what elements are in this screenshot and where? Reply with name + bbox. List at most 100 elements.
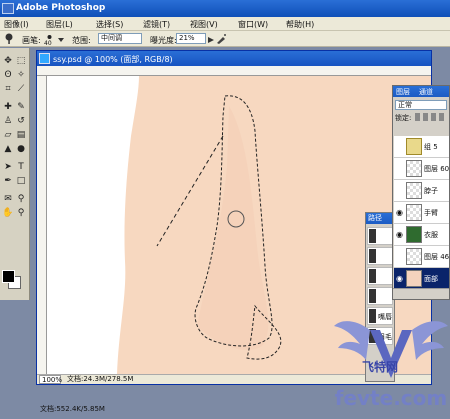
dodge-tool-icon[interactable] [4, 33, 15, 44]
pen-tool-icon[interactable]: ✒ [2, 176, 14, 187]
slice-tool-icon[interactable]: ⟋ [15, 84, 27, 95]
path-row[interactable] [367, 247, 393, 265]
brush-size: 40 [44, 40, 52, 47]
layer-row-selected[interactable]: ◉ 面部 [394, 268, 449, 290]
layer-thumbnail [406, 204, 422, 221]
app-status-info: 文档:552.4K/5.85M [40, 405, 105, 413]
menu-view[interactable]: 视图(V) [190, 19, 218, 30]
stamp-tool-icon[interactable]: ♙ [2, 116, 14, 127]
layer-row[interactable]: 组 5 [394, 136, 449, 158]
eye-icon[interactable]: ◉ [395, 207, 404, 218]
layer-name: 图层 60 [424, 165, 450, 173]
path-row[interactable] [367, 227, 393, 245]
tool-options-bar: 画笔: 40 范围: 中间调 曝光度: 21% [0, 31, 450, 47]
layers-panel: 图层 通道 正常 锁定: 组 5 图层 60 脖子 ◉ 手臂 ◉ 衣服 图层 4… [392, 85, 450, 300]
layer-thumbnail [406, 270, 422, 287]
site-watermark: 飞特网 fevte.com [332, 300, 450, 419]
horizontal-ruler[interactable] [37, 66, 431, 76]
layer-row[interactable]: 图层 46 [394, 246, 449, 268]
eye-icon[interactable]: ◉ [395, 273, 404, 284]
paths-tab[interactable]: 路径 [366, 213, 394, 224]
airbrush-icon[interactable] [216, 33, 227, 44]
layer-name: 衣服 [424, 231, 438, 239]
path-thumbnail [369, 269, 376, 283]
watermark-cn-text: 飞特网 [362, 360, 399, 374]
layers-panel-tabs: 图层 通道 [393, 86, 449, 97]
layer-thumbnail [406, 182, 422, 199]
path-row[interactable] [367, 267, 393, 285]
app-titlebar: Adobe Photoshop [0, 0, 450, 17]
lock-label: 锁定: [395, 114, 412, 122]
app-title: Adobe Photoshop [16, 3, 106, 13]
layer-thumbnail [406, 226, 422, 243]
zoom-field[interactable]: 100% [39, 375, 62, 384]
path-thumbnail [369, 249, 376, 263]
menu-window[interactable]: 窗口(W) [238, 19, 268, 30]
blur-tool-icon[interactable]: ▲ [2, 144, 14, 155]
vertical-ruler[interactable] [37, 76, 47, 374]
move-tool-icon[interactable]: ✥ [2, 56, 14, 67]
lasso-tool-icon[interactable]: ʘ [2, 70, 14, 81]
range-select[interactable]: 中间调 [98, 33, 142, 44]
visibility-toggle[interactable] [395, 163, 404, 174]
exposure-slider-toggle-icon[interactable] [208, 36, 214, 43]
layer-name: 面部 [424, 275, 438, 283]
layer-row[interactable]: 图层 60 [394, 158, 449, 180]
layer-row[interactable]: ◉ 衣服 [394, 224, 449, 246]
document-info[interactable]: 文档:24.3M/278.5M [67, 375, 133, 384]
eye-icon[interactable]: ◉ [395, 229, 404, 240]
lock-icons[interactable] [415, 113, 447, 121]
history-brush-tool-icon[interactable]: ↺ [15, 116, 27, 127]
path-thumbnail [369, 229, 376, 243]
shape-tool-icon[interactable]: □ [15, 176, 27, 187]
layer-row[interactable]: ◉ 手臂 [394, 202, 449, 224]
visibility-toggle[interactable] [395, 251, 404, 262]
menu-filter[interactable]: 滤镜(T) [143, 19, 170, 30]
layer-name: 图层 46 [424, 253, 450, 261]
type-tool-icon[interactable]: T [15, 162, 27, 173]
exposure-input[interactable]: 21% [176, 33, 206, 44]
zoom-tool-icon[interactable]: ⚲ [15, 208, 27, 219]
marquee-tool-icon[interactable]: ⬚ [15, 56, 27, 67]
document-icon [39, 53, 50, 64]
app-status-bar: 文档:552.4K/5.85M [40, 404, 105, 414]
magic-wand-tool-icon[interactable]: ✧ [15, 70, 27, 81]
menu-help[interactable]: 帮助(H) [286, 19, 314, 30]
document-titlebar[interactable]: ssy.psd @ 100% (面部, RGB/8) [37, 51, 431, 66]
layer-row[interactable]: 脖子 [394, 180, 449, 202]
crop-tool-icon[interactable]: ⌗ [2, 84, 14, 95]
menu-select[interactable]: 选择(S) [96, 19, 123, 30]
dodge-tool-icon-active[interactable]: ● [15, 144, 27, 155]
blend-mode-select[interactable]: 正常 [395, 100, 447, 110]
visibility-toggle[interactable] [395, 141, 404, 152]
watermark-text: fevte.com [334, 386, 448, 410]
hand-tool-icon[interactable]: ✋ [2, 208, 14, 219]
foreground-color-swatch[interactable] [2, 270, 15, 283]
tab-channels[interactable]: 通道 [419, 87, 433, 97]
layers-panel-footer[interactable] [393, 288, 449, 299]
tab-layers[interactable]: 图层 [396, 87, 410, 97]
gradient-tool-icon[interactable]: ▤ [15, 130, 27, 141]
chevron-down-icon[interactable] [58, 36, 64, 42]
path-select-tool-icon[interactable]: ➤ [2, 162, 14, 173]
toolbox: ✥ ⬚ ʘ ✧ ⌗ ⟋ ✚ ✎ ♙ ↺ ▱ ▤ ▲ ● ➤ T ✒ □ ✉ ⚲ … [0, 48, 30, 300]
layer-name: 组 5 [424, 143, 438, 151]
healing-tool-icon[interactable]: ✚ [2, 102, 14, 113]
layer-name: 脖子 [424, 187, 438, 195]
layer-name: 手臂 [424, 209, 438, 217]
layer-thumbnail [406, 160, 422, 177]
eraser-tool-icon[interactable]: ▱ [2, 130, 14, 141]
range-label: 范围: [72, 36, 91, 45]
photoshop-app-icon [2, 3, 14, 14]
menu-layer[interactable]: 图层(L) [46, 19, 73, 30]
document-title: ssy.psd @ 100% (面部, RGB/8) [53, 55, 173, 64]
folder-icon [406, 138, 422, 155]
brush-tool-icon[interactable]: ✎ [15, 102, 27, 113]
eyedropper-tool-icon[interactable]: ⚲ [15, 194, 27, 205]
notes-tool-icon[interactable]: ✉ [2, 194, 14, 205]
menu-image[interactable]: 图像(I) [4, 19, 29, 30]
layer-thumbnail [406, 248, 422, 265]
visibility-toggle[interactable] [395, 185, 404, 196]
winged-v-logo-icon [334, 321, 448, 378]
brush-label: 画笔: [22, 36, 41, 45]
